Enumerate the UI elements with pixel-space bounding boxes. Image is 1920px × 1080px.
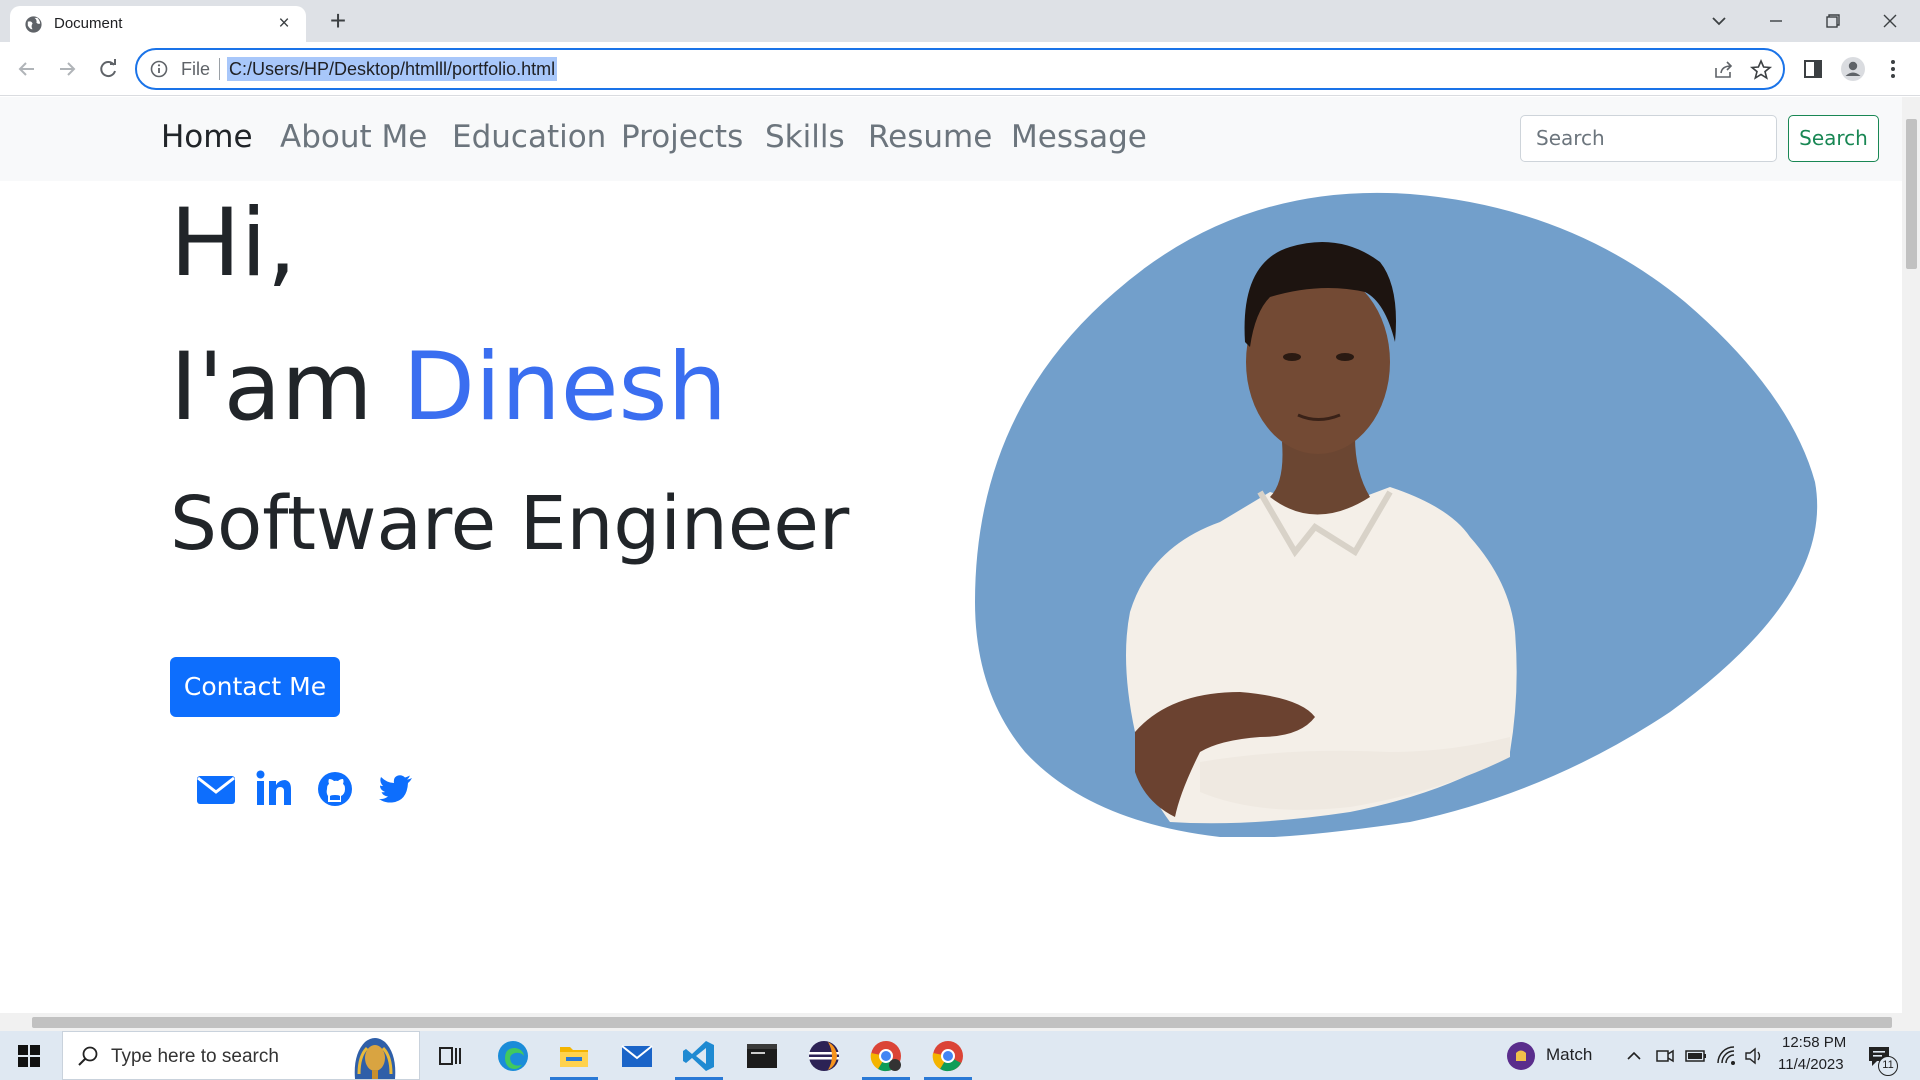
tray-chevron-up-icon[interactable] <box>1624 1046 1644 1066</box>
vertical-scrollbar[interactable] <box>1902 97 1920 1013</box>
site-navbar: Home About Me Education Projects Skills … <box>0 97 1902 181</box>
windows-taskbar: Type here to search Match 12:58 PM 11/4/… <box>0 1031 1920 1080</box>
bookmark-star-icon[interactable] <box>1749 58 1773 82</box>
profile-photo <box>975 192 1818 837</box>
search-icon <box>78 1046 98 1066</box>
horizontal-scrollbar[interactable] <box>0 1013 1920 1031</box>
hero-intro-prefix: I'am <box>170 333 403 442</box>
nav-about-me[interactable]: About Me <box>280 119 427 155</box>
share-icon[interactable] <box>1712 58 1736 82</box>
linkedin-icon[interactable] <box>256 769 292 809</box>
battery-icon[interactable] <box>1684 1045 1708 1067</box>
mail-icon[interactable] <box>619 1038 655 1074</box>
notification-count-badge: 11 <box>1878 1056 1898 1076</box>
tab-close-icon[interactable]: × <box>274 14 294 34</box>
taskbar-search-placeholder: Type here to search <box>111 1046 279 1067</box>
meet-now-icon[interactable] <box>1654 1045 1676 1067</box>
globe-icon <box>25 16 42 33</box>
address-url[interactable]: C:/Users/HP/Desktop/htmlll/portfolio.htm… <box>227 57 558 81</box>
hero-intro: I'am Dinesh <box>170 333 727 442</box>
vscode-icon[interactable] <box>681 1038 717 1074</box>
search-highlight-pharaoh-icon <box>354 1038 396 1079</box>
reload-button[interactable] <box>93 54 123 84</box>
forward-button[interactable] <box>52 54 82 84</box>
nav-resume[interactable]: Resume <box>868 119 992 155</box>
hero-greeting: Hi, <box>170 189 297 298</box>
hero-role: Software Engineer <box>170 481 850 567</box>
nav-home[interactable]: Home <box>161 119 253 155</box>
volume-icon[interactable] <box>1743 1045 1765 1067</box>
mysql-terminal-icon[interactable] <box>744 1038 780 1074</box>
address-bar[interactable]: File C:/Users/HP/Desktop/htmlll/portfoli… <box>135 48 1785 90</box>
tab-title: Document <box>54 15 123 32</box>
edge-browser-icon[interactable] <box>495 1038 531 1074</box>
tab-search-chevron-icon[interactable] <box>1705 7 1733 35</box>
browser-toolbar: File C:/Users/HP/Desktop/htmlll/portfoli… <box>0 42 1920 96</box>
info-icon[interactable] <box>149 59 169 79</box>
nav-skills[interactable]: Skills <box>765 119 845 155</box>
taskbar-search-box[interactable]: Type here to search <box>62 1031 420 1080</box>
contact-me-button[interactable]: Contact Me <box>170 657 340 717</box>
wifi-icon[interactable] <box>1715 1045 1737 1067</box>
vertical-scroll-thumb[interactable] <box>1906 119 1917 269</box>
clock-date[interactable]: 11/4/2023 <box>1778 1056 1844 1073</box>
page-viewport: Home About Me Education Projects Skills … <box>0 97 1902 1013</box>
menu-kebab-icon[interactable] <box>1879 55 1907 83</box>
nav-education[interactable]: Education <box>452 119 606 155</box>
site-search-input[interactable]: Search <box>1520 115 1777 162</box>
browser-tab[interactable]: Document × <box>10 6 306 42</box>
match-widget-label[interactable]: Match <box>1546 1045 1592 1065</box>
new-tab-button[interactable]: + <box>324 7 352 35</box>
profile-avatar-icon[interactable] <box>1839 55 1867 83</box>
site-search-button[interactable]: Search <box>1788 115 1879 162</box>
address-separator <box>219 58 220 80</box>
minimize-button[interactable] <box>1762 7 1790 35</box>
close-window-button[interactable] <box>1876 7 1904 35</box>
chrome-profile-icon[interactable] <box>868 1038 904 1074</box>
match-widget-icon[interactable] <box>1506 1041 1536 1071</box>
back-button[interactable] <box>12 54 42 84</box>
nav-message[interactable]: Message <box>1011 119 1147 155</box>
nav-projects[interactable]: Projects <box>621 119 743 155</box>
hero-name: Dinesh <box>402 333 728 442</box>
github-icon[interactable] <box>316 769 354 809</box>
restore-button[interactable] <box>1819 7 1847 35</box>
chrome-icon[interactable] <box>930 1038 966 1074</box>
clock-time[interactable]: 12:58 PM <box>1782 1034 1846 1051</box>
twitter-icon[interactable] <box>378 769 414 809</box>
address-scheme-label: File <box>181 59 211 79</box>
windows-start-icon[interactable] <box>18 1045 40 1067</box>
envelope-icon[interactable] <box>196 769 236 809</box>
file-explorer-icon[interactable] <box>556 1038 592 1074</box>
eclipse-icon[interactable] <box>806 1038 842 1074</box>
side-panel-icon[interactable] <box>1799 55 1827 83</box>
browser-tabstrip: Document × + <box>0 0 1920 42</box>
task-view-icon[interactable] <box>432 1038 468 1074</box>
horizontal-scroll-thumb[interactable] <box>32 1017 1892 1028</box>
